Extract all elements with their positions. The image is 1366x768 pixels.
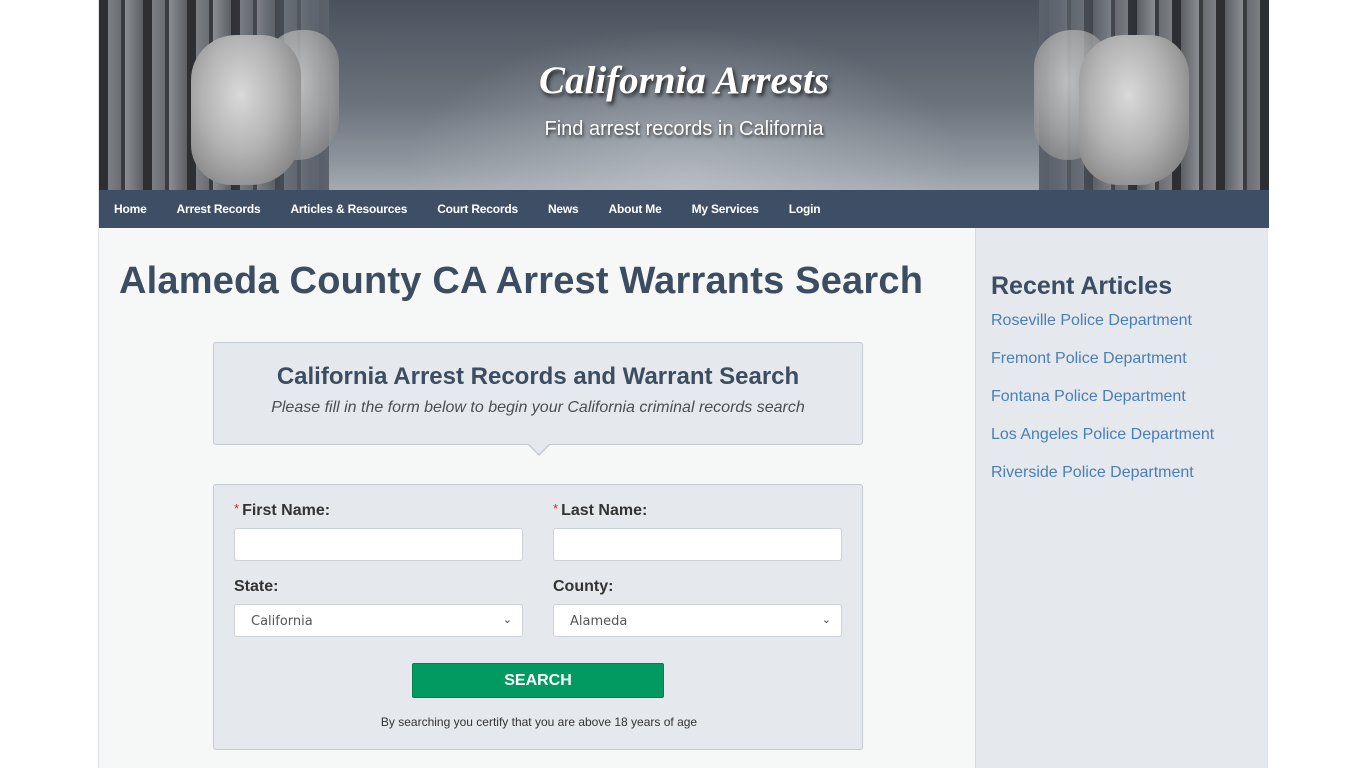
list-item: Los Angeles Police Department	[991, 426, 1214, 464]
required-marker: *	[234, 501, 240, 516]
article-link[interactable]: Riverside Police Department	[991, 464, 1194, 481]
first-name-field-group: * First Name:	[234, 501, 523, 561]
state-label: State:	[234, 578, 279, 595]
article-link[interactable]: Fontana Police Department	[991, 388, 1186, 405]
list-item: Fontana Police Department	[991, 388, 1214, 426]
state-field-group: State: California ⌄	[234, 578, 523, 637]
county-selected-value: Alameda	[570, 614, 628, 629]
article-link[interactable]: Fremont Police Department	[991, 350, 1187, 367]
header-banner: California Arrests Find arrest records i…	[99, 0, 1269, 190]
first-name-label: * First Name:	[234, 501, 331, 519]
main-content: Alameda County CA Arrest Warrants Search…	[99, 228, 975, 768]
page-title: Alameda County CA Arrest Warrants Search	[119, 260, 924, 302]
county-select[interactable]: Alameda ⌄	[553, 604, 842, 637]
county-field-group: County: Alameda ⌄	[553, 578, 842, 637]
search-callout: California Arrest Records and Warrant Se…	[213, 342, 863, 456]
main-nav: Home Arrest Records Articles & Resources…	[99, 190, 1269, 228]
article-link[interactable]: Roseville Police Department	[991, 312, 1192, 329]
recent-articles-heading: Recent Articles	[991, 272, 1173, 300]
nav-login[interactable]: Login	[789, 202, 821, 216]
nav-about-me[interactable]: About Me	[609, 202, 662, 216]
state-selected-value: California	[251, 614, 313, 629]
list-item: Fremont Police Department	[991, 350, 1214, 388]
last-name-input[interactable]	[553, 528, 842, 561]
first-name-input[interactable]	[234, 528, 523, 561]
search-button[interactable]: SEARCH	[412, 663, 664, 698]
county-label: County:	[553, 578, 614, 595]
age-disclaimer: By searching you certify that you are ab…	[380, 715, 698, 729]
nav-arrest-records[interactable]: Arrest Records	[177, 202, 261, 216]
callout-pointer	[527, 443, 551, 456]
site-title[interactable]: California Arrests	[99, 58, 1269, 103]
last-name-field-group: * Last Name:	[553, 501, 842, 561]
sidebar: Recent Articles Roseville Police Departm…	[975, 228, 1267, 768]
article-link[interactable]: Los Angeles Police Department	[991, 426, 1214, 443]
list-item: Roseville Police Department	[991, 312, 1214, 350]
list-item: Riverside Police Department	[991, 464, 1214, 502]
chevron-down-icon: ⌄	[821, 613, 831, 626]
state-select[interactable]: California ⌄	[234, 604, 523, 637]
nav-articles-resources[interactable]: Articles & Resources	[290, 202, 407, 216]
nav-court-records[interactable]: Court Records	[437, 202, 518, 216]
callout-subheading: Please fill in the form below to begin y…	[271, 399, 805, 416]
nav-news[interactable]: News	[548, 202, 579, 216]
nav-my-services[interactable]: My Services	[692, 202, 759, 216]
recent-articles-list: Roseville Police Department Fremont Poli…	[991, 312, 1214, 502]
last-name-label: * Last Name:	[553, 501, 648, 519]
page-container: California Arrests Find arrest records i…	[98, 0, 1269, 768]
chevron-down-icon: ⌄	[502, 613, 512, 626]
required-marker: *	[553, 501, 559, 516]
site-tagline: Find arrest records in California	[544, 118, 824, 140]
nav-home[interactable]: Home	[114, 202, 147, 216]
search-form: * First Name: * Last Name: State: Californ…	[213, 484, 863, 750]
callout-heading: California Arrest Records and Warrant Se…	[276, 363, 800, 390]
